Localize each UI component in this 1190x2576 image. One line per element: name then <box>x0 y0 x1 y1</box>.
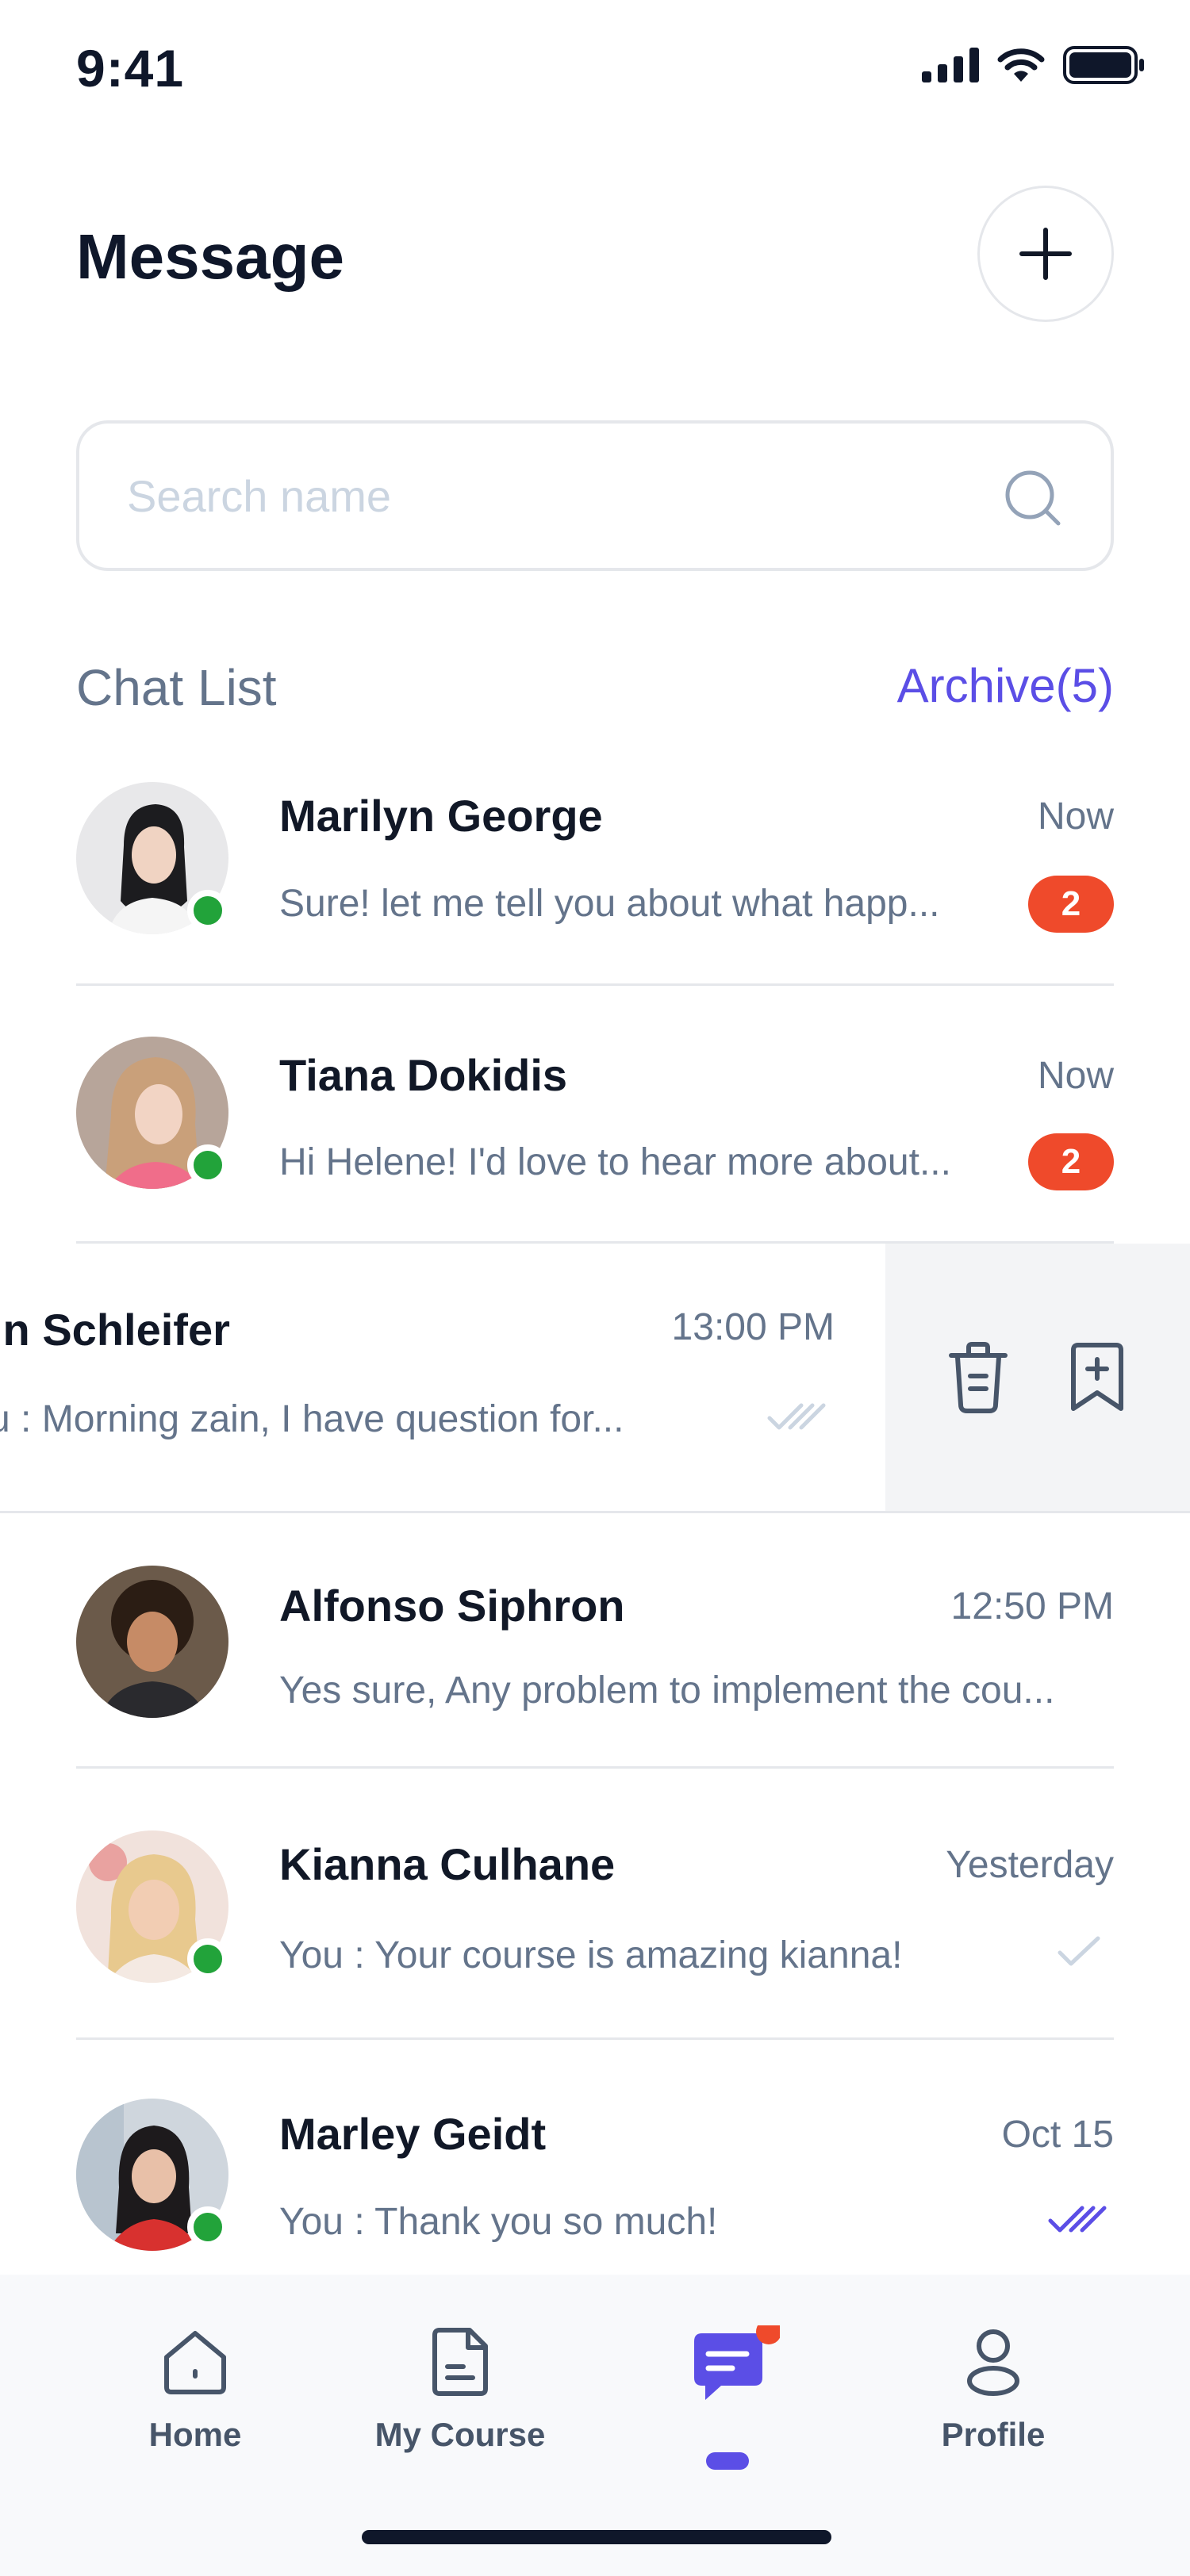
page-title: Message <box>76 221 344 292</box>
header: Message <box>76 184 1114 324</box>
chat-name: in Schleifer <box>0 1305 230 1355</box>
chat-preview: u : Morning zain, I have question for... <box>0 1398 624 1440</box>
chat-time: 12:50 PM <box>950 1585 1114 1627</box>
chat-name: Alfonso Siphron <box>279 1581 625 1631</box>
swipe-actions <box>885 1244 1190 1511</box>
check-icon <box>1058 1936 1100 1966</box>
plus-icon <box>1019 228 1072 280</box>
search-input[interactable] <box>127 424 960 568</box>
status-icons <box>922 46 1146 84</box>
chat-name: Marilyn George <box>279 791 603 841</box>
archive-link[interactable]: Archive(5) <box>897 658 1114 713</box>
chat-time: Oct 15 <box>1001 2114 1114 2156</box>
chat-preview: Sure! let me tell you about what happ... <box>279 883 940 925</box>
nav-profile[interactable]: Profile <box>890 2325 1096 2454</box>
chat-time: Yesterday <box>946 1844 1114 1886</box>
double-check-icon <box>767 1403 826 1430</box>
chat-name: Marley Geidt <box>279 2109 547 2159</box>
status-bar: 9:41 <box>0 0 1190 135</box>
chat-row[interactable]: Marley Geidt Oct 15 You : Thank you so m… <box>0 2040 1190 2275</box>
unread-badge: 2 <box>1028 1133 1114 1190</box>
trash-icon[interactable] <box>946 1341 1010 1414</box>
chat-name: Tiana Dokidis <box>279 1050 568 1100</box>
avatar <box>76 1566 228 1718</box>
chat-row-swiped[interactable]: in Schleifer 13:00 PM u : Morning zain, … <box>0 1244 1190 1513</box>
message-icon <box>694 2325 780 2400</box>
new-message-button[interactable] <box>977 186 1114 322</box>
chat-name: Kianna Culhane <box>279 1839 616 1889</box>
chat-time: 13:00 PM <box>671 1306 835 1348</box>
online-indicator <box>187 2206 228 2248</box>
online-indicator <box>187 1938 228 1980</box>
chat-time: Now <box>1037 795 1114 838</box>
home-indicator <box>362 2530 831 2544</box>
search-bar <box>76 420 1114 571</box>
chat-preview: Yes sure, Any problem to implement the c… <box>279 1669 1055 1712</box>
online-indicator <box>187 890 228 931</box>
signal-icon <box>922 48 979 82</box>
online-indicator <box>187 1144 228 1186</box>
home-icon <box>164 2331 226 2394</box>
status-time: 9:41 <box>76 39 185 98</box>
nav-messages[interactable] <box>625 2325 831 2413</box>
chat-list-title: Chat List <box>76 659 277 716</box>
nav-my-course-label: My Course <box>374 2416 546 2453</box>
nav-home[interactable]: Home <box>92 2325 298 2454</box>
double-check-read-icon <box>1048 2206 1107 2233</box>
chat-row-content[interactable]: in Schleifer 13:00 PM u : Morning zain, … <box>0 1244 885 1511</box>
chat-row[interactable]: Tiana Dokidis Now Hi Helene! I'd love to… <box>0 986 1190 1244</box>
profile-icon <box>967 2329 1019 2396</box>
chat-row[interactable]: Alfonso Siphron 12:50 PM Yes sure, Any p… <box>0 1513 1190 1769</box>
chat-list-header: Chat List Archive(5) <box>76 658 1114 722</box>
chat-time: Now <box>1037 1055 1114 1097</box>
wifi-icon <box>997 48 1045 82</box>
nav-profile-label: Profile <box>941 2416 1046 2453</box>
chat-row[interactable]: Kianna Culhane Yesterday You : Your cour… <box>0 1769 1190 2040</box>
course-icon <box>432 2328 488 2396</box>
active-tab-indicator <box>706 2452 749 2470</box>
chat-row[interactable]: Marilyn George Now Sure! let me tell you… <box>0 761 1190 986</box>
search-icon[interactable] <box>1003 468 1063 528</box>
chat-preview: Hi Helene! I'd love to hear more about..… <box>279 1141 951 1183</box>
nav-home-label: Home <box>148 2416 242 2453</box>
battery-icon <box>1063 46 1144 84</box>
bookmark-add-icon[interactable] <box>1065 1342 1129 1413</box>
unread-badge: 2 <box>1028 876 1114 933</box>
chat-preview: You : Your course is amazing kianna! <box>279 1934 903 1976</box>
nav-my-course[interactable]: My Course <box>357 2325 563 2454</box>
chat-preview: You : Thank you so much! <box>279 2201 718 2243</box>
